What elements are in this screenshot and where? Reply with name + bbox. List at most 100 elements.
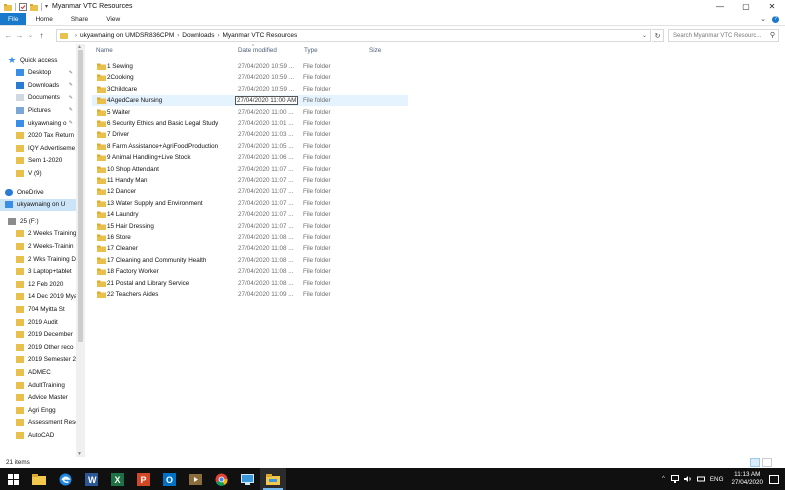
list-item[interactable]: 17 Cleaning and Community Health 27/04/20… [92,255,408,266]
show-hidden-icons[interactable]: ^ [662,476,665,482]
sidebar-item[interactable]: Desktop ✎ [0,67,76,79]
sidebar-item[interactable]: ukyawnaing on U [0,198,76,211]
breadcrumb-current[interactable]: Myanmar VTC Resources [222,32,297,39]
keyboard-icon[interactable] [696,475,705,483]
network-icon[interactable] [670,475,679,483]
close-button[interactable]: ✕ [759,0,785,13]
tab-view[interactable]: View [97,13,129,25]
sidebar-item[interactable]: 12 Feb 2020 [0,278,76,290]
tab-home[interactable]: Home [26,13,61,25]
list-item[interactable]: 2Cooking 27/04/2020 10:59 ... File folder [92,72,408,83]
sidebar-item[interactable]: IQY Advertiseme [0,142,76,154]
list-item[interactable]: 10 Shop Attendant 27/04/2020 11:07 ... Fil… [92,164,408,175]
list-item[interactable]: 22 Teachers Aides 27/04/2020 11:09 ... Fil… [92,289,408,300]
sidebar-item[interactable]: 3 Laptop+tablet [0,266,76,278]
taskbar-remote-desktop[interactable] [234,468,260,490]
sidebar-item[interactable]: V (9) [0,167,76,179]
volume-icon[interactable] [683,475,692,483]
nav-scrollbar[interactable]: ▲ ▼ [76,44,85,457]
sidebar-item[interactable]: 2 Weeks-Trainin [0,240,76,252]
details-view-button[interactable] [750,458,760,467]
forward-button[interactable]: → [14,29,25,43]
list-item[interactable]: 21 Postal and Library Service 27/04/2020 … [92,278,408,289]
list-item[interactable]: 13 Water Supply and Environment 27/04/202… [92,198,408,209]
sidebar-item[interactable]: 2 Wks Training D [0,253,76,265]
expand-ribbon-icon[interactable]: ⌄ [760,15,766,23]
sidebar-item[interactable]: 2019 December [0,329,76,341]
list-item[interactable]: 1 Sewing 27/04/2020 10:59 ... File folder [92,61,408,72]
breadcrumb-downloads[interactable]: Downloads [182,32,214,39]
list-item[interactable]: 11 Handy Man 27/04/2020 11:07 ... File fol… [92,175,408,186]
sidebar-item[interactable]: 2020 Tax Return [0,130,76,142]
taskbar-outlook[interactable]: O [156,468,182,490]
sidebar-item[interactable]: 2019 Semester 2 [0,354,76,366]
list-item[interactable]: 14 Laundry 27/04/2020 11:07 ... File folde… [92,209,408,220]
sidebar-item[interactable]: Assessment Reso [0,417,76,429]
clock[interactable]: 11:13 AM 27/04/2020 [731,471,763,487]
address-bar[interactable]: › ukyawnaing on UMDSR836CPM › Downloads … [56,29,651,42]
language-indicator[interactable]: ENG [710,476,724,483]
column-date-modified[interactable]: Date modified [238,47,277,54]
list-item[interactable]: 8 Farm Assistance+AgriFoodProduction 27/0… [92,141,408,152]
sidebar-item[interactable]: 2019 Other reco [0,341,76,353]
taskbar-word[interactable]: W [78,468,104,490]
list-item[interactable]: 5 Waiter 27/04/2020 11:00 ... File folder [92,107,408,118]
notifications-icon[interactable] [769,474,779,484]
maximize-button[interactable]: ▢ [733,0,759,13]
list-item[interactable]: 6 Security Ethics and Basic Legal Study 2… [92,118,408,129]
list-item[interactable]: 9 Animal Handling+Live Stock 27/04/2020 1… [92,152,408,163]
list-item[interactable]: 3Childcare 27/04/2020 10:59 ... File folde… [92,84,408,95]
sidebar-item[interactable]: 14 Dec 2019 Mya [0,291,76,303]
taskbar-file-explorer[interactable] [26,468,52,490]
start-button[interactable] [0,468,26,490]
back-button[interactable]: ← [3,29,14,43]
taskbar-excel[interactable]: X [104,468,130,490]
sidebar-item[interactable]: Advice Master [0,392,76,404]
up-button[interactable]: ↑ [36,29,47,43]
recent-locations-button[interactable]: ⌄ [25,29,36,43]
sidebar-item[interactable]: ukyawnaing o ✎ [0,117,76,129]
taskbar-media[interactable] [182,468,208,490]
sidebar-item[interactable]: 25 (F:) [0,215,76,227]
sidebar-item[interactable]: AdultTraining [0,379,76,391]
sidebar-item[interactable]: 2019 Audit [0,316,76,328]
column-size[interactable]: Size [369,47,381,54]
sidebar-item[interactable]: Agri Engg [0,404,76,416]
column-type[interactable]: Type [304,47,318,54]
sidebar-item[interactable]: Sem 1-2020 [0,155,76,167]
minimize-button[interactable]: — [707,0,733,13]
tab-file[interactable]: File [0,13,27,25]
search-input[interactable]: Search Myanmar VTC Resourc... ⚲ [668,29,779,42]
sidebar-item[interactable]: ADMEC [0,366,76,378]
sidebar-item[interactable]: 2 Weeks Training [0,228,76,240]
taskbar-edge[interactable] [52,468,78,490]
list-item[interactable]: 18 Factory Worker 27/04/2020 11:08 ... Fil… [92,266,408,277]
tab-share[interactable]: Share [62,13,97,25]
scrollbar-thumb[interactable] [78,50,83,342]
list-item[interactable]: 17 Cleaner 27/04/2020 11:08 ... File folde… [92,243,408,254]
refresh-button[interactable]: ↻ [652,29,664,42]
column-name[interactable]: Name [96,47,113,54]
list-item[interactable]: 16 Store 27/04/2020 11:08 ... File folder [92,232,408,243]
sidebar-item[interactable]: Downloads ✎ [0,79,76,91]
new-folder-icon[interactable] [30,3,38,11]
sidebar-item[interactable]: 704 Myitta St [0,303,76,315]
breadcrumb-root[interactable]: ukyawnaing on UMDSR836CPM [80,32,174,39]
taskbar-powerpoint[interactable]: P [130,468,156,490]
sidebar-item[interactable]: Quick access [0,54,76,66]
sidebar-item[interactable]: AutoCAD [0,429,76,441]
taskbar-file-explorer-active[interactable] [260,468,286,490]
help-icon[interactable]: ? [772,15,779,23]
sidebar-item[interactable]: Documents ✎ [0,92,76,104]
list-item[interactable]: 4AgedCare Nursing 27/04/2020 11:00 AM File… [92,95,408,107]
address-dropdown-icon[interactable]: ⌄ [639,30,650,41]
large-icons-view-button[interactable] [762,458,772,467]
sidebar-item[interactable]: Pictures ✎ [0,104,76,116]
properties-icon[interactable] [19,2,27,11]
sidebar-item[interactable]: OneDrive [0,186,76,198]
list-item[interactable]: 15 Hair Dressing 27/04/2020 11:07 ... File… [92,221,408,232]
list-item[interactable]: 7 Driver 27/04/2020 11:03 ... File folder [92,129,408,140]
list-item[interactable]: 12 Dancer 27/04/2020 11:07 ... File folder [92,186,408,197]
taskbar-chrome[interactable] [208,468,234,490]
customize-qat-icon[interactable]: ▾ [45,3,48,10]
